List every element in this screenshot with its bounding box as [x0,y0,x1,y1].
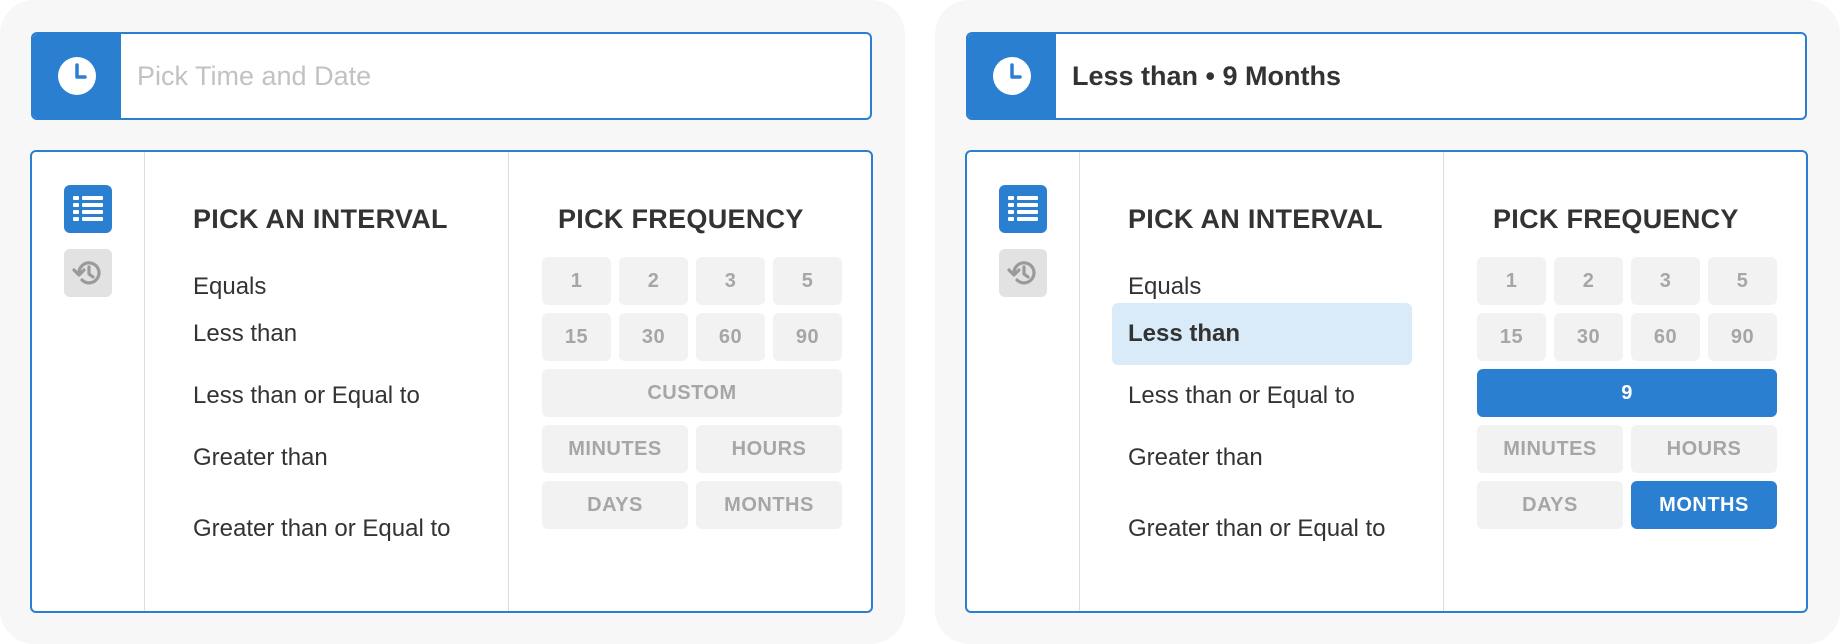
custom-frequency-button[interactable]: 9 [1477,369,1777,417]
date-time-input[interactable]: Less than • 9 Months [966,32,1807,120]
tab-history[interactable] [999,249,1047,297]
unit-minutes-button[interactable]: MINUTES [1477,425,1623,473]
tab-list[interactable] [64,185,112,233]
frequency-value-button[interactable]: 30 [1554,313,1623,361]
tab-rail [32,152,145,611]
list-icon [73,196,103,221]
interval-picker-card: PICK AN INTERVAL Equals Less than Less t… [30,150,873,613]
unit-months-button[interactable]: MONTHS [696,481,842,529]
date-time-input-text[interactable]: Pick Time and Date [137,34,858,118]
frequency-value-button[interactable]: 1 [1477,257,1546,305]
date-time-input[interactable]: Pick Time and Date [31,32,872,120]
history-icon [1007,261,1036,285]
frequency-column: PICK FREQUENCY 1 2 3 5 15 30 60 90 CUSTO… [509,152,871,611]
tab-history[interactable] [64,249,112,297]
clock-icon [58,57,96,95]
interval-option-greater-than[interactable]: Greater than [1112,427,1412,489]
interval-option-greater-than-or-equal[interactable]: Greater than or Equal to [1112,498,1402,560]
frequency-title: PICK FREQUENCY [1493,204,1739,234]
unit-days-button[interactable]: DAYS [542,481,688,529]
clock-icon-button[interactable] [33,34,121,118]
frequency-value-button[interactable]: 90 [1708,313,1777,361]
frequency-value-button[interactable]: 60 [1631,313,1700,361]
interval-option-greater-than[interactable]: Greater than [177,427,477,489]
clock-icon [993,57,1031,95]
frequency-value-button[interactable]: 5 [773,257,842,305]
unit-hours-button[interactable]: HOURS [1631,425,1777,473]
frequency-value-button[interactable]: 3 [1631,257,1700,305]
frequency-value-button[interactable]: 90 [773,313,842,361]
tab-rail [967,152,1080,611]
unit-minutes-button[interactable]: MINUTES [542,425,688,473]
frequency-value-button[interactable]: 30 [619,313,688,361]
frequency-value-button[interactable]: 15 [1477,313,1546,361]
interval-title: PICK AN INTERVAL [193,204,448,234]
custom-frequency-button[interactable]: CUSTOM [542,369,842,417]
unit-days-button[interactable]: DAYS [1477,481,1623,529]
unit-months-button[interactable]: MONTHS [1631,481,1777,529]
list-icon [1008,196,1038,221]
tab-list[interactable] [999,185,1047,233]
frequency-value-button[interactable]: 5 [1708,257,1777,305]
frequency-value-button[interactable]: 1 [542,257,611,305]
interval-option-greater-than-or-equal[interactable]: Greater than or Equal to [177,498,467,560]
interval-option-less-than[interactable]: Less than [1112,303,1412,365]
interval-column: PICK AN INTERVAL Equals Less than Less t… [1080,152,1444,611]
interval-option-less-than-or-equal[interactable]: Less than or Equal to [177,365,477,427]
date-time-input-text[interactable]: Less than • 9 Months [1072,34,1793,118]
clock-icon-button[interactable] [968,34,1056,118]
interval-option-less-than[interactable]: Less than [177,303,477,365]
interval-column: PICK AN INTERVAL Equals Less than Less t… [145,152,509,611]
history-icon [72,261,101,285]
frequency-column: PICK FREQUENCY 1 2 3 5 15 30 60 90 9 MIN… [1444,152,1806,611]
interval-title: PICK AN INTERVAL [1128,204,1383,234]
time-picker-panel-empty: Pick Time and Date PICK AN INTERVAL Equa… [0,0,905,644]
frequency-value-button[interactable]: 60 [696,313,765,361]
time-picker-panel-filled: Less than • 9 Months PICK AN INTERVAL Eq… [935,0,1840,644]
interval-option-less-than-or-equal[interactable]: Less than or Equal to [1112,365,1412,427]
unit-hours-button[interactable]: HOURS [696,425,842,473]
frequency-value-button[interactable]: 2 [619,257,688,305]
frequency-value-button[interactable]: 15 [542,313,611,361]
interval-picker-card: PICK AN INTERVAL Equals Less than Less t… [965,150,1808,613]
frequency-title: PICK FREQUENCY [558,204,804,234]
frequency-value-button[interactable]: 2 [1554,257,1623,305]
frequency-value-button[interactable]: 3 [696,257,765,305]
